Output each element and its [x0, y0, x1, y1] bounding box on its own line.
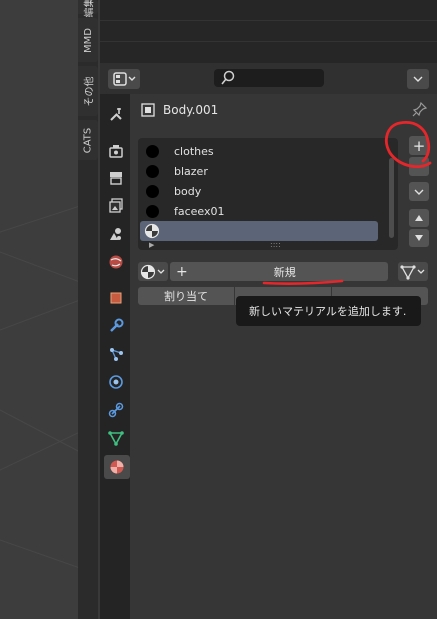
assign-button[interactable]: 割り当て [138, 287, 234, 305]
filter-toggle-icon[interactable]: ▶ [149, 241, 154, 249]
material-preview-icon [146, 184, 159, 198]
object-icon [110, 292, 122, 304]
tab-modifiers[interactable] [104, 315, 128, 337]
editor-type-button[interactable] [108, 69, 140, 89]
tab-data[interactable] [104, 427, 128, 449]
data-icon [108, 431, 124, 446]
output-icon [110, 172, 122, 185]
object-data-icon [140, 102, 156, 118]
properties-header [100, 63, 437, 94]
material-preview-icon [146, 144, 159, 158]
constraints-icon [108, 402, 124, 418]
options-dropdown-button[interactable] [407, 69, 429, 89]
material-preview-icon [146, 204, 159, 218]
material-browse-icon [140, 264, 165, 279]
plus-icon: + [176, 263, 188, 280]
tooltip: 新しいマテリアルを追加します. [236, 296, 421, 326]
render-icon [109, 145, 123, 158]
tab-edit[interactable]: 編集 [78, 0, 98, 17]
scene-icon [110, 228, 121, 240]
tab-other[interactable]: その他 [78, 66, 98, 116]
tab-output[interactable] [104, 167, 128, 189]
search-input[interactable] [214, 69, 324, 87]
tab-tool[interactable] [104, 103, 128, 125]
object-name: Body.001 [163, 103, 219, 117]
tab-material[interactable] [104, 455, 130, 479]
search-icon [221, 70, 235, 85]
material-icon [110, 460, 124, 474]
tab-constraints[interactable] [104, 399, 128, 421]
tool-icon [110, 108, 122, 121]
physics-icon [109, 375, 123, 389]
tab-object[interactable] [104, 287, 128, 309]
red-annotations [262, 121, 432, 285]
tab-scene[interactable] [104, 223, 128, 245]
editor-type-icon [113, 72, 136, 86]
sidebar-tabs: 編集 MMD その他 CATS [78, 0, 98, 619]
view-layer-icon [109, 198, 123, 213]
particles-icon [110, 348, 123, 361]
tab-particles[interactable] [104, 343, 128, 365]
tab-world[interactable] [104, 251, 128, 273]
material-sphere-icon [144, 223, 160, 239]
3d-viewport[interactable] [0, 0, 80, 619]
world-icon [109, 255, 123, 269]
tab-view-layer[interactable] [104, 195, 128, 217]
chevron-down-icon [413, 76, 423, 82]
viewport-grid [0, 205, 80, 569]
browse-material-button[interactable] [138, 262, 168, 281]
tab-render[interactable] [104, 140, 128, 162]
tab-mmd[interactable]: MMD [78, 18, 98, 62]
top-area [100, 0, 437, 63]
tab-cats[interactable]: CATS [78, 120, 98, 160]
material-preview-icon [146, 164, 159, 178]
modifier-icon [110, 318, 124, 332]
tab-physics[interactable] [104, 371, 128, 393]
